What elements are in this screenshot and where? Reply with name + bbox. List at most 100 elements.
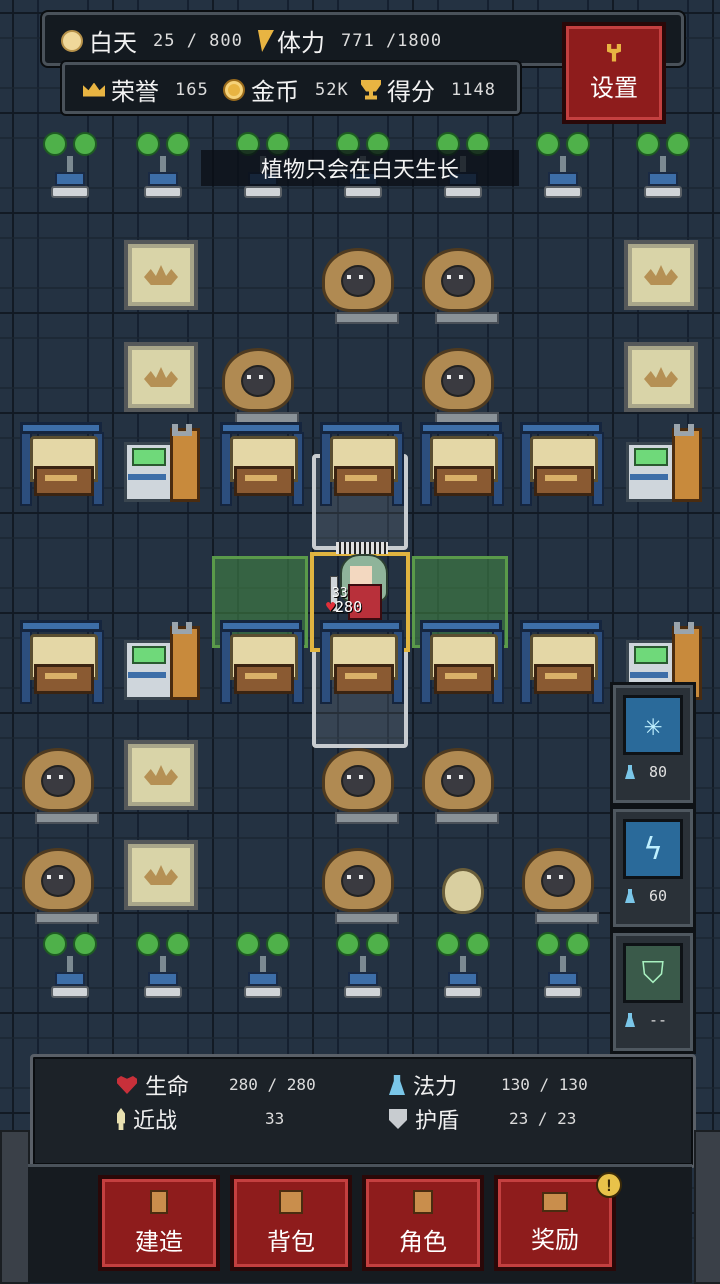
pod-creature[interactable] xyxy=(322,748,412,828)
planter-crate[interactable] xyxy=(124,840,214,920)
bed-chest[interactable] xyxy=(220,422,310,506)
build-label: 建造 xyxy=(135,1227,183,1256)
stamina-value: 771 /1800 xyxy=(341,30,443,51)
shield-value: 23 / 23 xyxy=(509,1109,577,1128)
crafting-machine[interactable] xyxy=(120,622,210,702)
gold-stat: 金币 52K xyxy=(223,72,349,107)
planter-crate[interactable] xyxy=(624,342,714,422)
honor-stat: 荣誉 165 xyxy=(83,72,209,107)
gold-coin-icon xyxy=(223,78,245,101)
pod-creature[interactable] xyxy=(422,248,512,328)
hp-row: 生命 xyxy=(117,1069,189,1101)
hero-hp-value: 280 xyxy=(335,598,363,616)
wrench-icon xyxy=(607,43,621,62)
shield-row: 护盾 xyxy=(389,1103,459,1135)
skill-lightning[interactable]: ϟ 60 xyxy=(610,806,696,930)
pod-creature[interactable] xyxy=(422,348,512,428)
pod-creature[interactable] xyxy=(22,848,112,928)
stats-panel: 生命 280 / 280 近战 33 法力 130 / 130 护盾 23 / … xyxy=(30,1054,696,1168)
skill-cost: -- xyxy=(649,1011,668,1029)
hero-hp: ♥280 xyxy=(326,598,362,616)
bed-chest[interactable] xyxy=(220,620,310,704)
planter-crate[interactable] xyxy=(124,342,214,422)
shield-label: 护盾 xyxy=(415,1109,460,1134)
shield-rune-icon: ⛉ xyxy=(623,943,683,1003)
backpack-icon xyxy=(279,1189,303,1214)
build-button[interactable]: 建造 xyxy=(98,1175,220,1271)
pod-creature[interactable] xyxy=(422,748,512,828)
reward-label: 奖励 xyxy=(531,1225,579,1254)
resource-hud: 荣誉 165 金币 52K 得分 1148 xyxy=(62,62,520,114)
bed-chest[interactable] xyxy=(320,620,410,704)
left-rail xyxy=(0,1130,30,1284)
character-icon xyxy=(413,1189,433,1214)
sprout-icon xyxy=(144,765,178,785)
sprout-icon xyxy=(644,265,678,285)
planter-crate[interactable] xyxy=(124,240,214,320)
skill-frost[interactable]: ✳ 80 xyxy=(610,682,696,806)
shield-icon xyxy=(389,1109,407,1129)
plant-pedestal[interactable] xyxy=(418,932,508,1012)
melee-value: 33 xyxy=(265,1109,285,1128)
settings-button[interactable]: 设置 xyxy=(562,22,666,124)
score-stat: 得分 1148 xyxy=(361,72,496,107)
honor-label: 荣誉 xyxy=(111,78,159,106)
crafting-machine[interactable] xyxy=(120,424,210,504)
hint-banner: 植物只会在白天生长 xyxy=(0,150,720,186)
flask-icon xyxy=(389,1075,405,1095)
mana-value: 130 / 130 xyxy=(501,1075,588,1094)
bed-chest[interactable] xyxy=(20,422,110,506)
bed-chest[interactable] xyxy=(320,422,410,506)
plant-pedestal[interactable] xyxy=(518,932,608,1012)
honor-value: 165 xyxy=(175,79,209,100)
pod-creature[interactable] xyxy=(522,848,612,928)
heart-icon: ♥ xyxy=(326,598,336,616)
mana-flask-icon xyxy=(625,765,635,779)
bed-chest[interactable] xyxy=(420,422,510,506)
day-stat: 白天 25 / 800 xyxy=(61,23,243,58)
reward-alert-badge: ! xyxy=(596,1172,622,1198)
pod-creature[interactable] xyxy=(322,848,412,928)
melee-label: 近战 xyxy=(133,1109,178,1134)
settings-label: 设置 xyxy=(590,73,638,102)
hero-character[interactable]: 33 ♥280 xyxy=(322,540,402,620)
sprout-icon xyxy=(144,367,178,387)
planter-crate[interactable] xyxy=(624,240,714,320)
bed-chest[interactable] xyxy=(20,620,110,704)
frost-rune-icon: ✳ xyxy=(623,695,683,755)
bag-button[interactable]: 背包 xyxy=(230,1175,352,1271)
character-label: 角色 xyxy=(399,1227,447,1256)
hint-text: 植物只会在白天生长 xyxy=(200,150,519,186)
sprout-icon xyxy=(144,865,178,885)
crown-icon xyxy=(83,82,105,97)
right-rail xyxy=(694,1130,720,1284)
plant-pedestal[interactable] xyxy=(318,932,408,1012)
bed-chest[interactable] xyxy=(520,620,610,704)
sun-icon xyxy=(61,29,83,52)
chest-icon xyxy=(542,1191,568,1212)
skill-shield[interactable]: ⛉ -- xyxy=(610,930,696,1054)
plant-pedestal[interactable] xyxy=(118,932,208,1012)
stamina-stat: 体力 771 /1800 xyxy=(252,23,443,58)
bed-chest[interactable] xyxy=(420,620,510,704)
lightning-rune-icon: ϟ xyxy=(623,819,683,879)
sprout-icon xyxy=(644,367,678,387)
character-button[interactable]: 角色 xyxy=(362,1175,484,1271)
mana-label: 法力 xyxy=(413,1075,458,1100)
pod-creature[interactable] xyxy=(322,248,412,328)
mana-flask-icon xyxy=(625,1013,635,1027)
melee-row: 近战 xyxy=(117,1103,177,1135)
planter-crate[interactable] xyxy=(124,740,214,820)
day-value: 25 / 800 xyxy=(153,30,243,51)
pod-creature[interactable] xyxy=(222,348,312,428)
pod-creature[interactable] xyxy=(22,748,112,828)
plant-pedestal[interactable] xyxy=(218,932,308,1012)
plant-pedestal[interactable] xyxy=(25,932,115,1012)
gold-label: 金币 xyxy=(251,78,299,106)
bed-chest[interactable] xyxy=(520,422,610,506)
sword-icon xyxy=(117,1108,125,1130)
bottom-nav: 建造 背包 角色 奖励 xyxy=(28,1164,692,1283)
heart-icon xyxy=(117,1076,137,1094)
crafting-machine[interactable] xyxy=(622,424,712,504)
sprout-icon xyxy=(144,265,178,285)
